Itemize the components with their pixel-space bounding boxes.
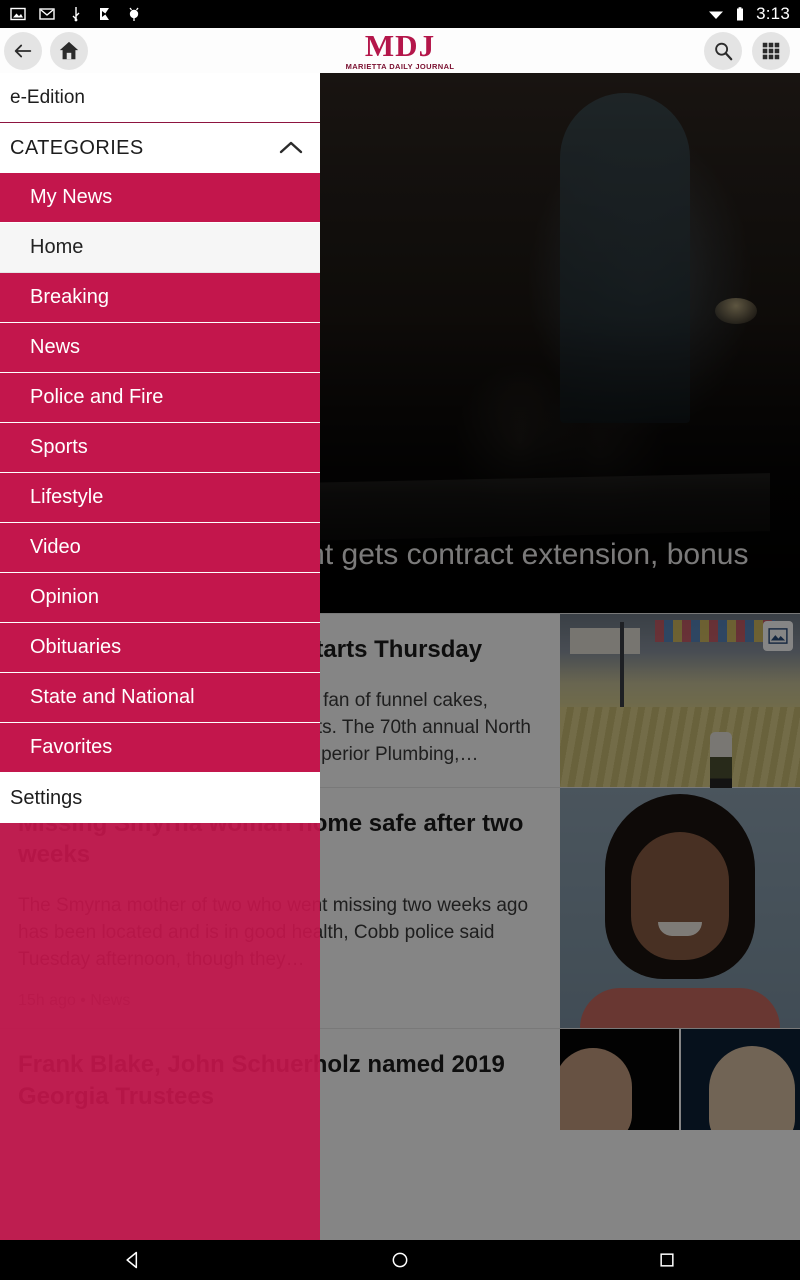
vlc-media-icon xyxy=(100,8,109,20)
android-status-bar: 3:13 xyxy=(0,0,800,28)
back-button[interactable] xyxy=(4,32,42,70)
drawer-panel: e-Edition CATEGORIES My News Home Breaki… xyxy=(0,73,320,823)
home-icon xyxy=(59,41,79,60)
status-bar-clock: 3:13 xyxy=(756,4,790,23)
sidebar-item-news[interactable]: News xyxy=(0,323,320,373)
sidebar-item-settings[interactable]: Settings xyxy=(0,773,320,823)
mdj-logo: MDJ MARIETTA DAILY JOURNAL xyxy=(340,30,460,71)
arrow-left-icon xyxy=(14,44,32,58)
drawer-item-label: Police and Fire xyxy=(30,386,164,408)
battery-icon xyxy=(737,7,744,21)
top-bar-right-actions xyxy=(704,32,790,70)
sidebar-item-breaking[interactable]: Breaking xyxy=(0,273,320,323)
sidebar-item-home[interactable]: Home xyxy=(0,223,320,273)
sidebar-item-police-and-fire[interactable]: Police and Fire xyxy=(0,373,320,423)
grid-icon xyxy=(762,42,780,60)
search-button[interactable] xyxy=(704,32,742,70)
logo-wordmark: MDJ xyxy=(364,28,436,63)
drawer-categories-header[interactable]: CATEGORIES xyxy=(0,123,320,173)
search-icon xyxy=(715,42,733,61)
drawer-item-label: Lifestyle xyxy=(30,486,104,508)
top-bar-left-actions xyxy=(4,32,88,70)
drawer-item-label: Video xyxy=(30,536,81,558)
square-recents-icon xyxy=(660,1253,674,1267)
drawer-categories-label: CATEGORIES xyxy=(10,136,144,159)
nav-home-button[interactable] xyxy=(370,1250,430,1270)
drawer-item-label: Settings xyxy=(10,786,83,809)
triangle-back-icon xyxy=(126,1251,138,1269)
sidebar-item-obituaries[interactable]: Obituaries xyxy=(0,623,320,673)
chevron-up-icon xyxy=(279,141,303,154)
sidebar-item-lifestyle[interactable]: Lifestyle xyxy=(0,473,320,523)
gmail-icon xyxy=(39,8,55,20)
app-root: 3:13 MDJ MARIETTA DAILY JOURNAL Marietta… xyxy=(0,0,800,1280)
drawer-item-label: Opinion xyxy=(30,586,99,608)
usb-icon xyxy=(72,7,80,22)
drawer-item-label: State and National xyxy=(30,686,195,708)
status-bar-notification-icons xyxy=(10,6,142,22)
android-navigation-bar xyxy=(0,1240,800,1280)
drawer-item-label: e-Edition xyxy=(10,86,85,108)
drawer-background-tail xyxy=(0,820,320,1240)
drawer-item-label: Favorites xyxy=(30,736,113,758)
screenshot-icon xyxy=(10,7,26,21)
sidebar-item-opinion[interactable]: Opinion xyxy=(0,573,320,623)
drawer-item-label: Home xyxy=(30,236,84,258)
nav-back-button[interactable] xyxy=(103,1250,163,1270)
sections-grid-button[interactable] xyxy=(752,32,790,70)
sidebar-item-video[interactable]: Video xyxy=(0,523,320,573)
wifi-icon xyxy=(709,11,724,19)
drawer-item-label: Breaking xyxy=(30,286,109,308)
app-top-bar: MDJ MARIETTA DAILY JOURNAL xyxy=(0,28,800,73)
sidebar-item-sports[interactable]: Sports xyxy=(0,423,320,473)
adb-debug-icon xyxy=(129,7,139,21)
drawer-item-e-edition[interactable]: e-Edition xyxy=(0,73,320,123)
sidebar-item-my-news[interactable]: My News xyxy=(0,173,320,223)
nav-recents-button[interactable] xyxy=(637,1250,697,1270)
logo-subtitle: MARIETTA DAILY JOURNAL xyxy=(345,62,455,71)
home-button[interactable] xyxy=(50,32,88,70)
sidebar-item-state-and-national[interactable]: State and National xyxy=(0,673,320,723)
sidebar-item-favorites[interactable]: Favorites xyxy=(0,723,320,773)
drawer-item-label: Obituaries xyxy=(30,636,122,658)
navigation-drawer: e-Edition CATEGORIES My News Home Breaki… xyxy=(0,73,320,1240)
status-bar-system-icons: 3:13 xyxy=(708,4,790,24)
drawer-item-label: News xyxy=(30,336,81,358)
drawer-item-label: Sports xyxy=(30,436,88,458)
circle-home-icon xyxy=(392,1252,408,1268)
drawer-item-label: My News xyxy=(30,186,113,208)
